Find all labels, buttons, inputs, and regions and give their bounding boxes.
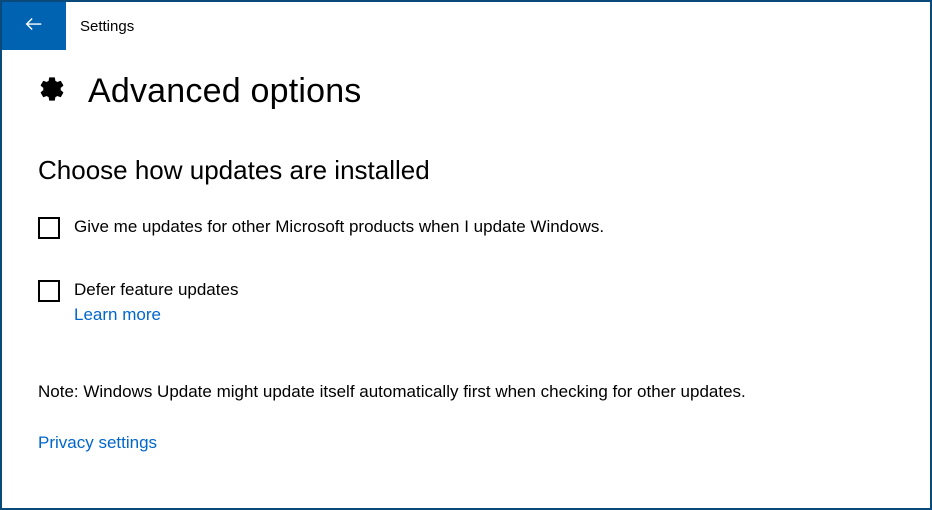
learn-more-link[interactable]: Learn more	[74, 305, 238, 325]
section-heading: Choose how updates are installed	[38, 155, 894, 186]
content-area: Advanced options Choose how updates are …	[2, 50, 930, 453]
checkbox-defer[interactable]	[38, 280, 60, 302]
page-title-row: Advanced options	[38, 72, 894, 111]
checkbox-label-defer: Defer feature updates	[74, 279, 238, 301]
checkbox-content: Defer feature updates Learn more	[74, 279, 238, 325]
page-title: Advanced options	[88, 72, 362, 111]
checkbox-other-products[interactable]	[38, 217, 60, 239]
back-button[interactable]	[2, 2, 66, 50]
header-title: Settings	[80, 18, 134, 35]
gear-icon	[38, 75, 66, 108]
option-defer: Defer feature updates Learn more	[38, 279, 894, 325]
privacy-settings-link[interactable]: Privacy settings	[38, 433, 157, 452]
checkbox-label-other-products: Give me updates for other Microsoft prod…	[74, 216, 604, 238]
checkbox-content: Give me updates for other Microsoft prod…	[74, 216, 604, 238]
arrow-left-icon	[23, 13, 45, 40]
option-other-products: Give me updates for other Microsoft prod…	[38, 216, 894, 239]
note-text: Note: Windows Update might update itself…	[38, 381, 894, 403]
header-bar: Settings	[2, 2, 930, 50]
